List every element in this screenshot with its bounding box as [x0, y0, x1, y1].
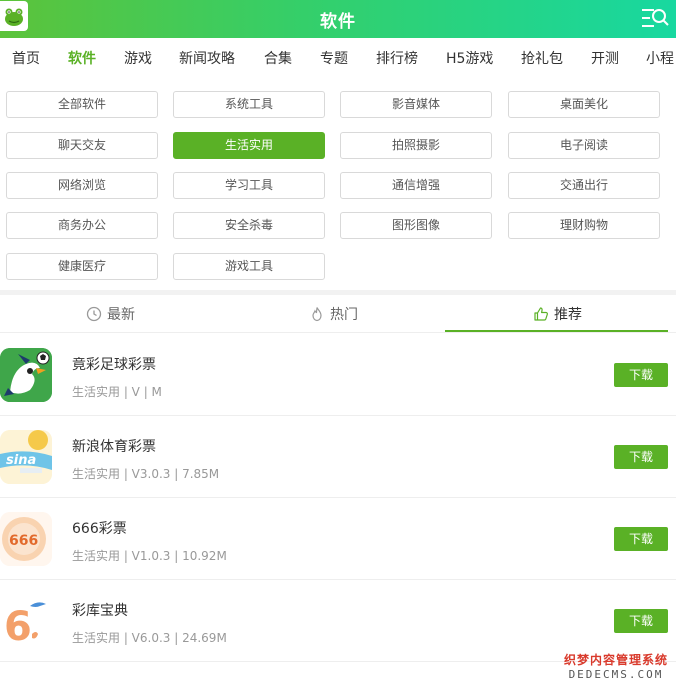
list-item[interactable]: 666 666彩票 生活实用 | V1.0.3 | 10.92M 下载 — [0, 498, 676, 580]
soccer-bird-icon — [0, 348, 52, 402]
top-header: 软件 — [0, 0, 676, 38]
category-finance-shopping[interactable]: 理财购物 — [508, 212, 660, 239]
nav-item-rankings[interactable]: 排行榜 — [376, 48, 418, 68]
tab-recommended[interactable]: 推荐 — [533, 304, 582, 324]
app-meta: 生活实用 | V6.0.3 | 24.69M — [72, 631, 227, 645]
category-system-tools[interactable]: 系统工具 — [173, 91, 325, 118]
app-name[interactable]: 新浪体育彩票 — [72, 436, 156, 456]
sina-icon: sina — [0, 430, 52, 484]
nav-item-gift-packs[interactable]: 抢礼包 — [521, 48, 563, 68]
category-transport[interactable]: 交通出行 — [508, 172, 660, 199]
main-nav: 首页 软件 游戏 新闻攻略 合集 专题 排行榜 H5游戏 抢礼包 开测 小程 — [0, 38, 676, 76]
nav-item-news[interactable]: 新闻攻略 — [179, 48, 235, 68]
nav-item-collections[interactable]: 合集 — [264, 48, 292, 68]
category-business[interactable]: 商务办公 — [6, 212, 158, 239]
app-name[interactable]: 666彩票 — [72, 518, 127, 538]
list-item[interactable]: 6 彩库宝典 生活实用 | V6.0.3 | 24.69M 下载 — [0, 580, 676, 662]
app-name[interactable]: 彩库宝典 — [72, 600, 128, 620]
category-photography[interactable]: 拍照摄影 — [340, 132, 492, 159]
svg-text:666: 666 — [9, 533, 38, 549]
category-desktop-beautify[interactable]: 桌面美化 — [508, 91, 660, 118]
tab-latest[interactable]: 最新 — [86, 304, 135, 324]
app-meta: 生活实用 | V | M — [72, 385, 162, 399]
nav-item-beta[interactable]: 开测 — [591, 48, 619, 68]
nav-item-topics[interactable]: 专题 — [320, 48, 348, 68]
category-communication[interactable]: 通信增强 — [340, 172, 492, 199]
caiku-icon: 6 — [0, 594, 52, 648]
menu-search-icon[interactable] — [640, 5, 670, 31]
download-button[interactable]: 下载 — [614, 527, 668, 551]
category-graphics[interactable]: 图形图像 — [340, 212, 492, 239]
list-item[interactable]: sina 新浪体育彩票 生活实用 | V3.0.3 | 7.85M 下载 — [0, 416, 676, 498]
clock-icon — [86, 306, 102, 322]
category-all-software[interactable]: 全部软件 — [6, 91, 158, 118]
app-meta: 生活实用 | V1.0.3 | 10.92M — [72, 549, 227, 563]
category-ebook[interactable]: 电子阅读 — [508, 132, 660, 159]
svg-text:sina: sina — [6, 453, 36, 468]
category-security[interactable]: 安全杀毒 — [173, 212, 325, 239]
category-browser[interactable]: 网络浏览 — [6, 172, 158, 199]
download-button[interactable]: 下载 — [614, 363, 668, 387]
category-media[interactable]: 影音媒体 — [340, 91, 492, 118]
tab-hot[interactable]: 热门 — [309, 304, 358, 324]
download-button[interactable]: 下载 — [614, 609, 668, 633]
page-title: 软件 — [320, 12, 356, 32]
category-chat[interactable]: 聊天交友 — [6, 132, 158, 159]
tab-hot-label: 热门 — [330, 307, 358, 323]
nav-item-mini-programs[interactable]: 小程 — [646, 48, 674, 68]
sort-tabs: 最新 热门 推荐 — [0, 295, 676, 333]
watermark-line1: 织梦内容管理系统 — [563, 653, 668, 667]
nav-item-games[interactable]: 游戏 — [124, 48, 152, 68]
watermark: 织梦内容管理系统 DEDECMS.COM — [564, 651, 668, 681]
download-button[interactable]: 下载 — [614, 445, 668, 469]
nav-item-h5-games[interactable]: H5游戏 — [446, 48, 493, 68]
watermark-line2: DEDECMS.COM — [568, 668, 664, 681]
app-name[interactable]: 竟彩足球彩票 — [72, 354, 156, 374]
list-item[interactable]: 竟彩足球彩票 生活实用 | V | M 下载 — [0, 334, 676, 416]
category-health[interactable]: 健康医疗 — [6, 253, 158, 280]
app-meta: 生活实用 | V3.0.3 | 7.85M — [72, 467, 220, 481]
lottery-666-icon: 666 — [0, 512, 52, 566]
tab-recommended-label: 推荐 — [554, 307, 582, 323]
active-tab-indicator — [445, 330, 668, 332]
nav-item-home[interactable]: 首页 — [12, 48, 40, 68]
nav-item-software[interactable]: 软件 — [68, 48, 96, 68]
thumbs-up-icon — [534, 307, 548, 321]
category-game-tools[interactable]: 游戏工具 — [173, 253, 325, 280]
flame-icon — [312, 307, 322, 322]
category-learning[interactable]: 学习工具 — [173, 172, 325, 199]
svg-text:6: 6 — [4, 604, 32, 648]
category-lifestyle[interactable]: 生活实用 — [173, 132, 325, 159]
tab-latest-label: 最新 — [107, 307, 135, 323]
